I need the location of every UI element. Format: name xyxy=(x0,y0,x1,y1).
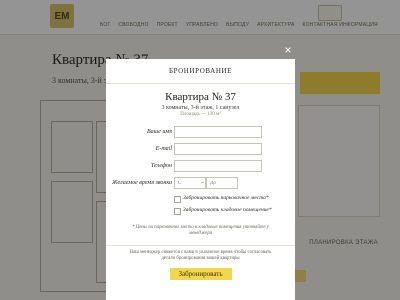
email-label: E-mail xyxy=(155,146,172,152)
manager-info: Наш менеджер свяжется с вами в указанное… xyxy=(129,249,272,261)
storage-checkbox-label[interactable]: Забронировать кладовое помещение* xyxy=(183,207,272,213)
phone-label: Телефон xyxy=(150,163,172,169)
parking-checkbox[interactable] xyxy=(174,196,181,203)
apartment-info: 3 комнаты, 3-й этаж, 1 санузел xyxy=(161,105,240,111)
booking-modal: БРОНИРОВАНИЕ Квартира № 37 3 комнаты, 3-… xyxy=(106,59,295,300)
time-to-input[interactable] xyxy=(206,177,238,189)
call-time-row: Желаемое время звонка – xyxy=(106,177,295,191)
close-icon[interactable]: × xyxy=(282,44,294,56)
email-field[interactable] xyxy=(174,143,262,155)
book-button[interactable]: Забронировать xyxy=(169,267,232,280)
storage-checkbox-row: Забронировать кладовое помещение* xyxy=(106,206,295,216)
time-dash: – xyxy=(201,180,204,186)
modal-header: БРОНИРОВАНИЕ xyxy=(106,59,295,84)
apartment-area: Площадь — 130 м² xyxy=(180,112,221,117)
parking-checkbox-row: Забронировать парковочное место* xyxy=(106,194,295,204)
phone-field[interactable] xyxy=(174,160,262,172)
call-time-label: Желаемое время звонка xyxy=(112,180,172,186)
apartment-title: Квартира № 37 xyxy=(165,91,236,103)
storage-checkbox[interactable] xyxy=(174,208,181,215)
name-field[interactable] xyxy=(174,126,262,138)
booking-form: Ваше имя E-mail Телефон Желаемое время з… xyxy=(106,126,295,216)
parking-checkbox-label[interactable]: Забронировать парковочное место* xyxy=(183,195,269,201)
email-row: E-mail xyxy=(106,143,295,157)
price-note: * Цены на парковочное место и кладовые п… xyxy=(132,225,269,236)
name-label: Ваше имя xyxy=(147,129,172,135)
name-row: Ваше имя xyxy=(106,126,295,140)
phone-row: Телефон xyxy=(106,160,295,174)
modal-divider xyxy=(106,244,295,246)
